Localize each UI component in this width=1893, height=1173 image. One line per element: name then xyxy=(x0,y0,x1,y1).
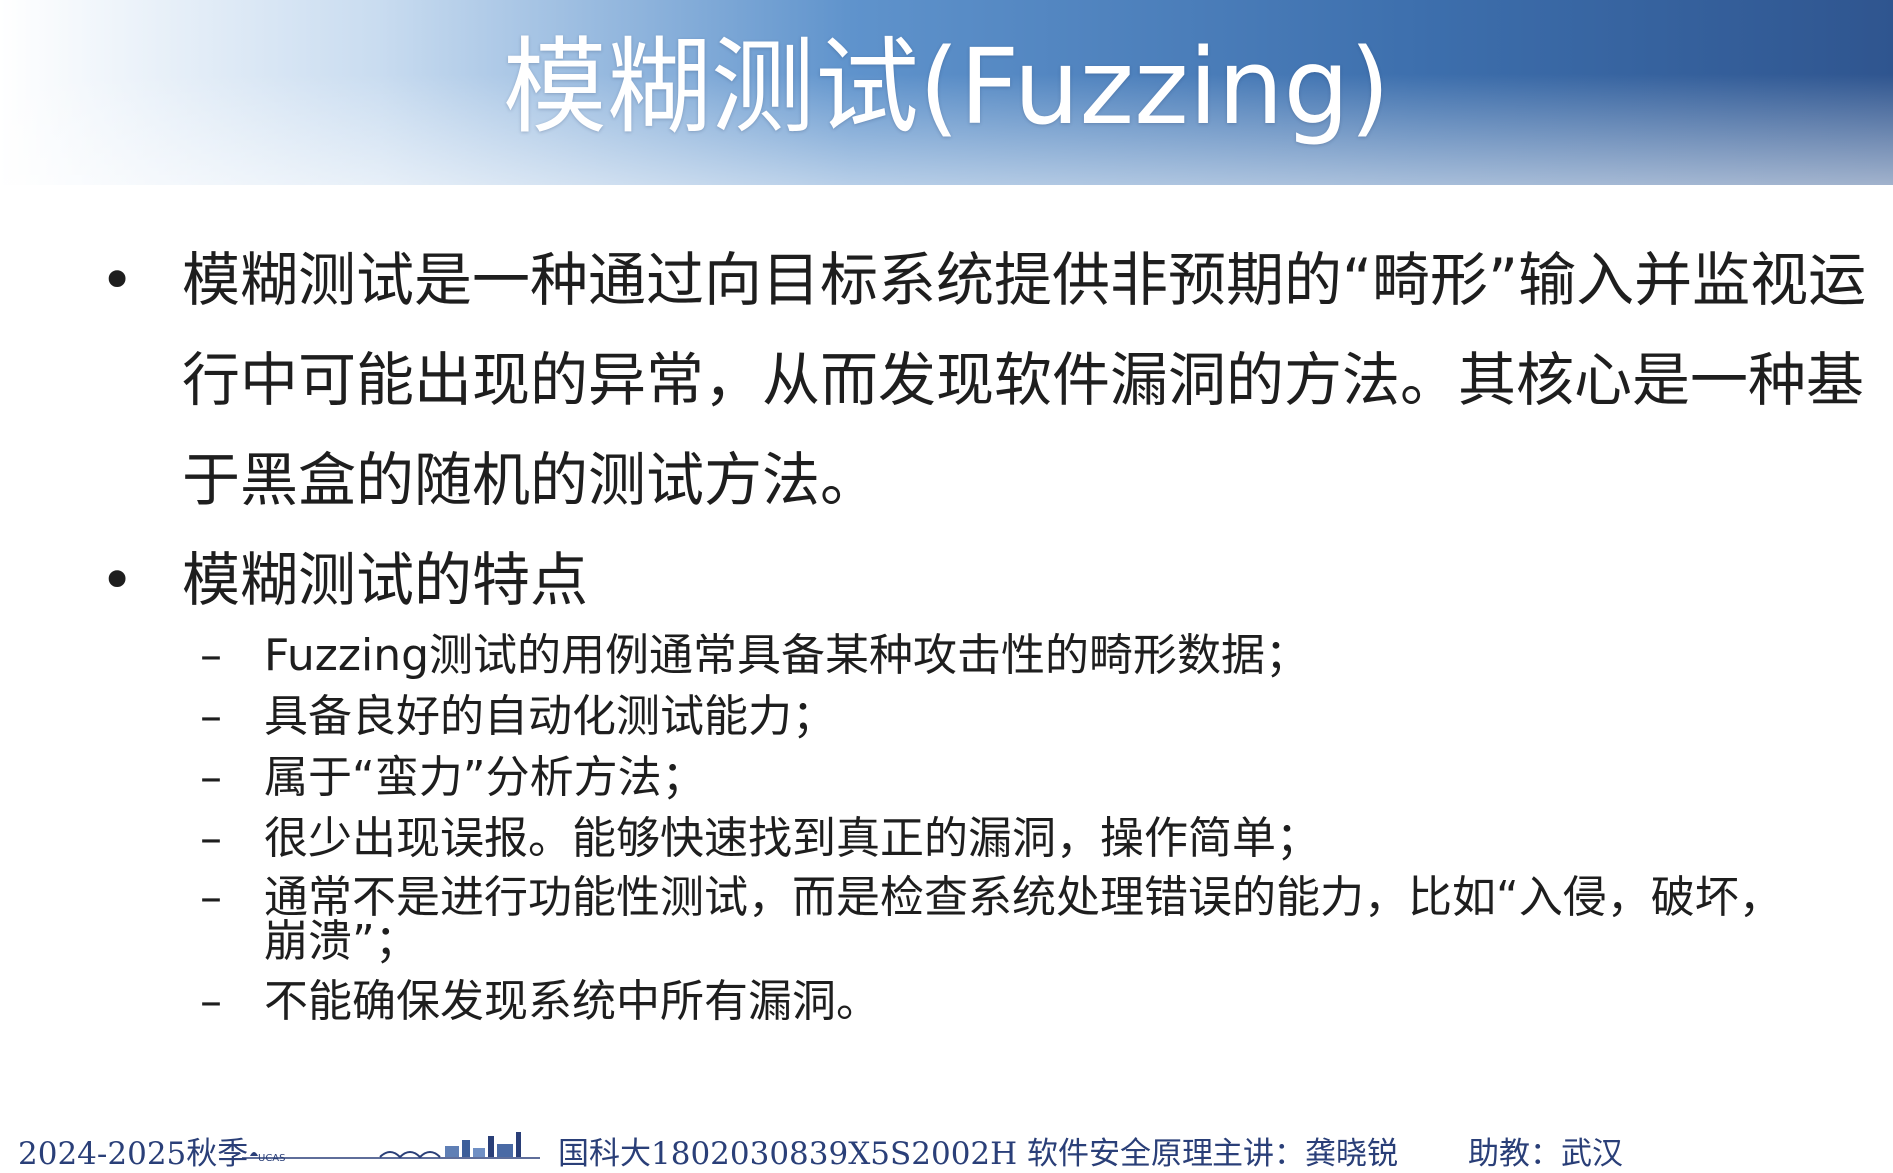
slide-content: • 模糊测试是一种通过向目标系统提供非预期的“畸形”输入并监视运行中可能出现的异… xyxy=(100,230,1866,1039)
list-item: – Fuzzing测试的用例通常具备某种攻击性的畸形数据； xyxy=(100,632,1800,679)
list-item: – 通常不是进行功能性测试，而是检查系统处理错误的能力，比如“入侵，破坏，崩溃”… xyxy=(100,876,1800,964)
list-item: – 具备良好的自动化测试能力； xyxy=(100,693,1800,740)
dash-marker: – xyxy=(200,872,222,923)
bullet-features-heading: • 模糊测试的特点 xyxy=(100,530,1800,630)
list-item-text: 很少出现误报。能够快速找到真正的漏洞，操作简单； xyxy=(264,813,1320,864)
bullet-marker: • xyxy=(100,546,135,614)
feature-list: – Fuzzing测试的用例通常具备某种攻击性的畸形数据； – 具备良好的自动化… xyxy=(100,632,1800,1025)
list-item: – 很少出现误报。能够快速找到真正的漏洞，操作简单； xyxy=(100,815,1800,862)
page-title: 模糊测试(Fuzzing) xyxy=(502,26,1391,148)
dash-marker: – xyxy=(200,630,222,681)
dash-marker: – xyxy=(200,691,222,742)
list-item-text: 具备良好的自动化测试能力； xyxy=(264,691,836,742)
footer-assistant: 助教：武汉 xyxy=(1468,1136,1623,1172)
bullet-text: 模糊测试的特点 xyxy=(182,546,589,614)
list-item: – 属于“蛮力”分析方法； xyxy=(100,754,1800,801)
list-item-text: 属于“蛮力”分析方法； xyxy=(264,752,706,803)
footer-term: 2024-2025秋季 xyxy=(18,1136,249,1172)
footer: 2024-2025秋季 国科大1802030839X5S2002H 软件安全原理… xyxy=(0,1120,1893,1172)
footer-course: 国科大1802030839X5S2002H 软件安全原理 xyxy=(558,1136,1214,1172)
dash-marker: – xyxy=(200,976,222,1027)
dash-marker: – xyxy=(200,813,222,864)
bullet-marker: • xyxy=(100,246,135,314)
bullet-text: 模糊测试是一种通过向目标系统提供非预期的“畸形”输入并监视运行中可能出现的异常，… xyxy=(182,246,1867,514)
bullet-definition: • 模糊测试是一种通过向目标系统提供非预期的“畸形”输入并监视运行中可能出现的异… xyxy=(100,230,1882,530)
list-item-text: Fuzzing测试的用例通常具备某种攻击性的畸形数据； xyxy=(264,630,1310,681)
list-item: – 不能确保发现系统中所有漏洞。 xyxy=(100,978,1800,1025)
list-item-text: 不能确保发现系统中所有漏洞。 xyxy=(264,976,880,1027)
list-item-text: 通常不是进行功能性测试，而是检查系统处理错误的能力，比如“入侵，破坏，崩溃”； xyxy=(264,872,1783,967)
footer-lecturer: 主讲：龚晓锐 xyxy=(1212,1136,1398,1172)
dash-marker: – xyxy=(200,752,222,803)
